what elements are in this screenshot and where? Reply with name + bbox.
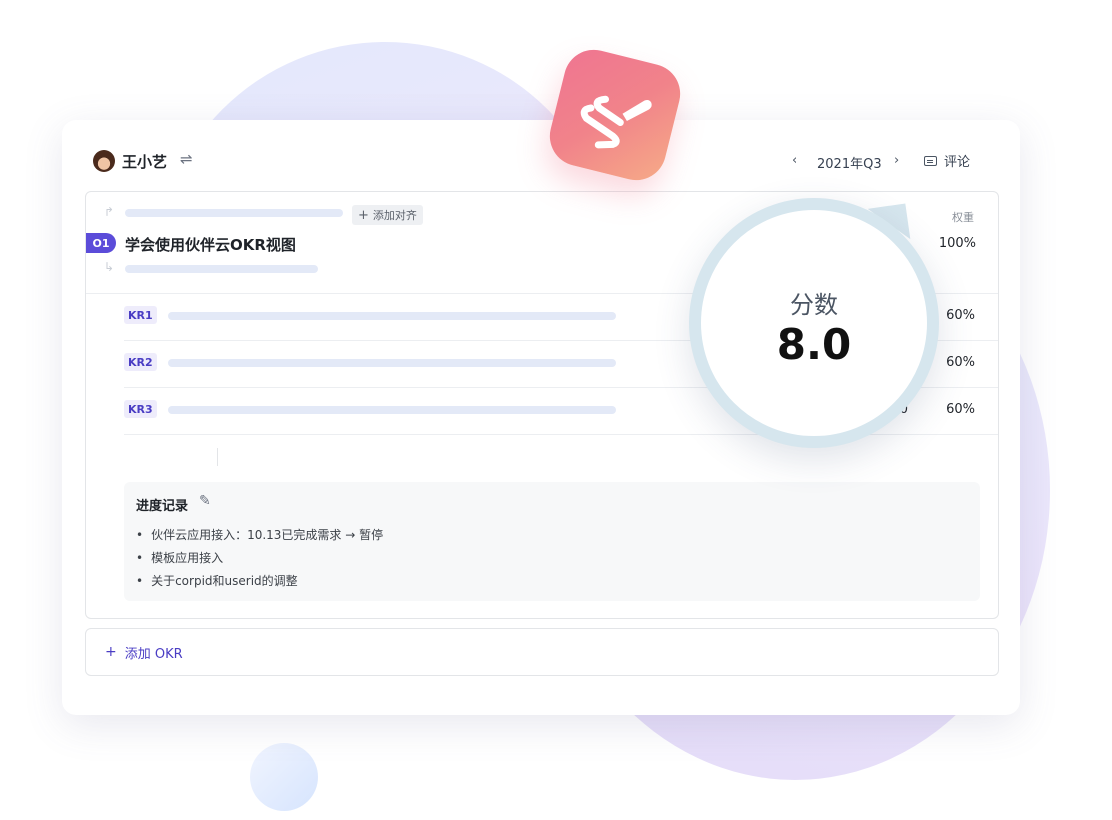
user-name[interactable]: 王小艺 xyxy=(122,151,167,172)
kr-title-placeholder xyxy=(168,406,616,414)
swap-icon[interactable]: ⇌ xyxy=(180,150,193,168)
aligned-parent-placeholder xyxy=(125,209,343,217)
align-up-icon: ↱ xyxy=(104,205,115,219)
progress-record-panel: 进度记录 ✎ 伙伴云应用接入：10.13已完成需求 → 暂停 模板应用接入 关于… xyxy=(124,482,980,601)
kr-badge: KR1 xyxy=(124,306,157,324)
divider xyxy=(217,448,218,466)
kr-title-placeholder xyxy=(168,359,616,367)
comment-label: 评论 xyxy=(944,155,971,170)
score-magnifier: 分数 8.0 xyxy=(689,198,939,448)
aligned-child-placeholder xyxy=(125,265,318,273)
kr-badge: KR3 xyxy=(124,400,157,418)
plus-icon: + xyxy=(358,207,369,223)
logo-glyph-icon xyxy=(580,95,652,149)
score-label: 分数 xyxy=(790,291,838,319)
prev-quarter-button[interactable]: ‹ xyxy=(792,153,797,168)
comment-button[interactable]: 评论 xyxy=(924,151,970,170)
next-quarter-button[interactable]: › xyxy=(894,153,899,168)
list-item: 伙伴云应用接入：10.13已完成需求 → 暂停 xyxy=(136,524,383,547)
comment-icon xyxy=(924,155,937,166)
add-okr-button[interactable]: + 添加 OKR xyxy=(85,628,999,676)
objective-badge: O1 xyxy=(86,233,116,253)
progress-title: 进度记录 xyxy=(136,499,189,514)
kr-title-placeholder xyxy=(168,312,616,320)
kr-weight: 60% xyxy=(946,355,975,370)
score-value: 8.0 xyxy=(776,320,852,369)
edit-icon[interactable]: ✎ xyxy=(199,493,211,509)
list-item: 关于corpid和userid的调整 xyxy=(136,570,383,593)
add-align-label: 添加对齐 xyxy=(372,209,417,222)
list-item: 模板应用接入 xyxy=(136,547,383,570)
avatar[interactable] xyxy=(93,150,115,172)
kr-weight: 60% xyxy=(946,308,975,323)
okr-header: 王小艺 ⇌ ‹ 2021年Q3 › 评论 xyxy=(62,120,1020,192)
objective-weight: 100% xyxy=(938,236,976,251)
objective-title[interactable]: 学会使用伙伴云OKR视图 xyxy=(125,234,296,255)
progress-list: 伙伴云应用接入：10.13已完成需求 → 暂停 模板应用接入 关于corpid和… xyxy=(136,524,383,593)
kr-weight: 60% xyxy=(946,402,975,417)
align-down-icon: ↳ xyxy=(104,260,115,274)
weight-header: 权重 xyxy=(952,211,974,224)
kr-badge: KR2 xyxy=(124,353,157,371)
quarter-label: 2021年Q3 xyxy=(817,157,882,172)
add-okr-label: 添加 OKR xyxy=(124,646,183,662)
add-align-button[interactable]: + 添加对齐 xyxy=(352,205,423,225)
plus-icon: + xyxy=(105,644,117,660)
background-blob-small xyxy=(250,743,318,811)
